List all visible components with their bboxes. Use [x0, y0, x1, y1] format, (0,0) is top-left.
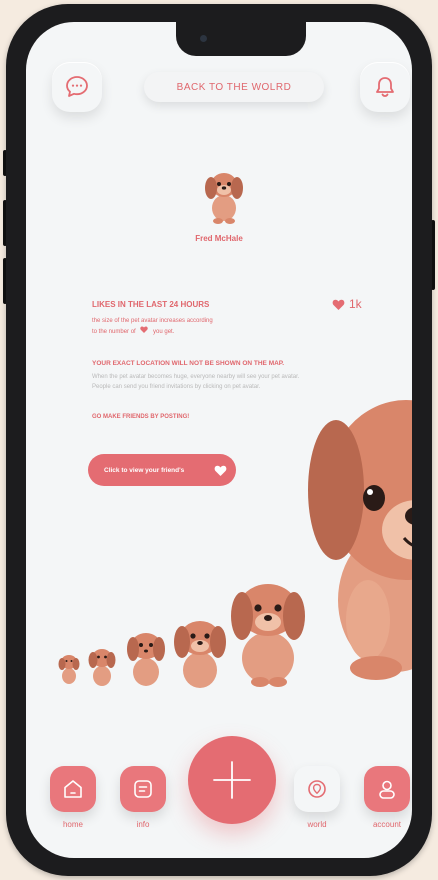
chat-button[interactable]: [52, 62, 102, 112]
notch: [176, 22, 306, 56]
likes-count: 1k: [349, 297, 362, 311]
chat-icon: [66, 76, 88, 97]
location-icon: [308, 780, 326, 798]
make-friends-text: GO MAKE FRIENDS BY POSTING!: [92, 414, 190, 420]
nav-home-button[interactable]: [50, 766, 96, 812]
app-screen: BACK TO THE WOLRD Fred McHale LIKES IN T…: [26, 22, 412, 858]
heart-icon: [140, 326, 149, 333]
likes-subtitle-line-2: to the number of: [92, 329, 136, 335]
plus-icon: [213, 761, 251, 799]
nav-home-label: home: [62, 820, 83, 829]
view-friends-label: Click to view your friend's: [104, 466, 185, 474]
user-icon: [379, 780, 395, 799]
likes-title: LIKES IN THE LAST 24 HOURS: [92, 300, 210, 309]
likes-subtitle-line-1: the size of the pet avatar increases acc…: [92, 318, 213, 324]
pet-avatar-small: [205, 173, 243, 224]
info-description: When the pet avatar becomes huge, everyo…: [92, 374, 300, 390]
camera: [200, 35, 207, 42]
nav-info-button[interactable]: [120, 766, 166, 812]
nav-world-button[interactable]: [294, 766, 340, 812]
bell-icon: [376, 77, 394, 97]
pet-avatar-row: [58, 584, 305, 688]
likes-subtitle: the size of the pet avatar increases acc…: [92, 316, 272, 337]
nav-account-label: account: [372, 820, 402, 829]
profile-name: Fred McHale: [195, 234, 243, 243]
home-icon: [64, 780, 82, 798]
back-to-world-button[interactable]: BACK TO THE WOLRD: [144, 72, 324, 102]
back-to-world-label: BACK TO THE WOLRD: [176, 81, 292, 93]
nav-world-label: world: [307, 820, 327, 829]
pet-avatar-s: [88, 649, 116, 686]
likes-counter: 1k: [332, 297, 362, 311]
heart-icon: [214, 465, 227, 476]
heart-icon: [332, 299, 345, 310]
likes-subtitle-line-3: you get.: [153, 329, 175, 335]
location-warning: YOUR EXACT LOCATION WILL NOT BE SHOWN ON…: [92, 360, 285, 367]
pet-avatar-xs: [58, 655, 80, 684]
nav-info-label: info: [136, 820, 150, 829]
pet-avatar-m: [127, 633, 165, 686]
phone-frame: BACK TO THE WOLRD Fred McHale LIKES IN T…: [6, 4, 432, 876]
nav-account-button[interactable]: [364, 766, 410, 812]
notifications-button[interactable]: [360, 62, 410, 112]
pet-avatar-l: [174, 621, 226, 688]
add-post-button[interactable]: [188, 736, 276, 824]
view-friends-button[interactable]: Click to view your friend's: [88, 454, 236, 486]
info-icon: [134, 780, 152, 798]
pet-avatar-xl: [231, 584, 305, 687]
